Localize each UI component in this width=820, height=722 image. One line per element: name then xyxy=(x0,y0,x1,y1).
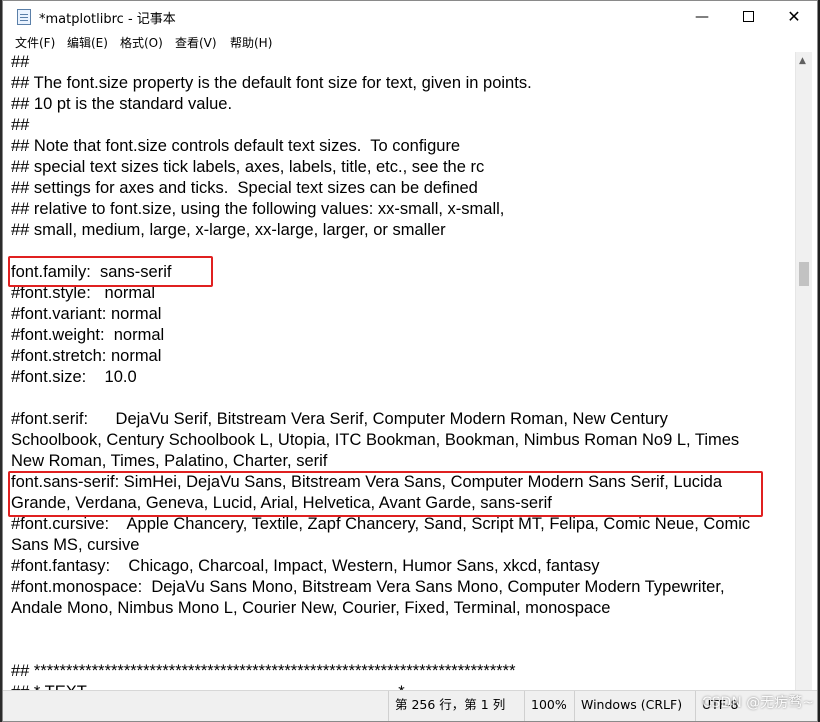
menu-format[interactable]: 格式(O) xyxy=(120,34,163,51)
text-editor-area[interactable]: ## ## The font.size property is the defa… xyxy=(3,52,795,690)
editor-line: ## Note that font.size controls default … xyxy=(11,137,461,155)
status-bar: 第 256 行，第 1 列 100% Windows (CRLF) UTF-8 xyxy=(3,690,817,721)
notepad-app-icon xyxy=(17,9,31,25)
editor-line: ## 10 pt is the standard value. xyxy=(11,95,233,113)
menu-view[interactable]: 查看(V) xyxy=(175,34,217,51)
maximize-icon xyxy=(742,11,754,22)
editor-line: #font.size: 10.0 xyxy=(11,368,137,386)
status-cursor-position: 第 256 行，第 1 列 xyxy=(388,691,515,721)
window-title: *matplotlibrc - 记事本 xyxy=(39,12,176,27)
editor-line: ## xyxy=(11,53,30,71)
menu-bar: 文件(F) 编辑(E) 格式(O) 查看(V) 帮助(H) xyxy=(3,32,817,52)
highlight-box-font-sans-serif xyxy=(8,471,763,517)
close-button[interactable]: ✕ xyxy=(771,1,817,32)
editor-line: ## xyxy=(11,116,30,134)
editor-line: ## settings for axes and ticks. Special … xyxy=(11,179,478,197)
editor-line: #font.serif: DejaVu Serif, Bitstream Ver… xyxy=(11,410,668,428)
status-line-ending: Windows (CRLF) xyxy=(574,691,697,721)
scroll-up-icon[interactable]: ▲ xyxy=(799,56,806,66)
editor-line: #font.weight: normal xyxy=(11,326,165,344)
status-zoom: 100% xyxy=(524,691,581,721)
editor-line: #font.cursive: Apple Chancery, Textile, … xyxy=(11,515,751,533)
menu-help[interactable]: 帮助(H) xyxy=(230,34,272,51)
editor-line: New Roman, Times, Palatino, Charter, ser… xyxy=(11,452,328,470)
title-bar: *matplotlibrc - 记事本 — ✕ xyxy=(3,1,817,32)
editor-line: #font.variant: normal xyxy=(11,305,162,323)
editor-line: ## *************************************… xyxy=(11,662,516,680)
editor-line: ## * TEXT * xyxy=(11,682,405,690)
menu-edit[interactable]: 编辑(E) xyxy=(67,34,108,51)
editor-line: Sans MS, cursive xyxy=(11,536,140,554)
watermark: CSDN @无疠骛~ xyxy=(701,695,814,711)
notepad-window: *matplotlibrc - 记事本 — ✕ 文件(F) 编辑(E) 格式(O… xyxy=(2,0,818,722)
editor-line: ## The font.size property is the default… xyxy=(11,74,532,92)
editor-line: #font.fantasy: Chicago, Charcoal, Impact… xyxy=(11,557,600,575)
editor-line: ## relative to font.size, using the foll… xyxy=(11,200,505,218)
scrollbar-thumb[interactable] xyxy=(799,262,809,286)
minimize-button[interactable]: — xyxy=(679,1,725,32)
editor-line: ## small, medium, large, x-large, xx-lar… xyxy=(11,221,446,239)
editor-line: ## special text sizes tick labels, axes,… xyxy=(11,158,485,176)
editor-line: Schoolbook, Century Schoolbook L, Utopia… xyxy=(11,431,740,449)
maximize-button[interactable] xyxy=(725,1,771,32)
editor-line: Andale Mono, Nimbus Mono L, Courier New,… xyxy=(11,599,611,617)
editor-line: #font.monospace: DejaVu Sans Mono, Bitst… xyxy=(11,578,725,596)
close-icon: ✕ xyxy=(787,7,801,26)
highlight-box-font-family xyxy=(8,256,213,287)
minimize-icon: — xyxy=(695,8,709,25)
vertical-scrollbar[interactable]: ▲ xyxy=(795,52,812,690)
editor-line: #font.stretch: normal xyxy=(11,347,162,365)
menu-file[interactable]: 文件(F) xyxy=(15,34,55,51)
